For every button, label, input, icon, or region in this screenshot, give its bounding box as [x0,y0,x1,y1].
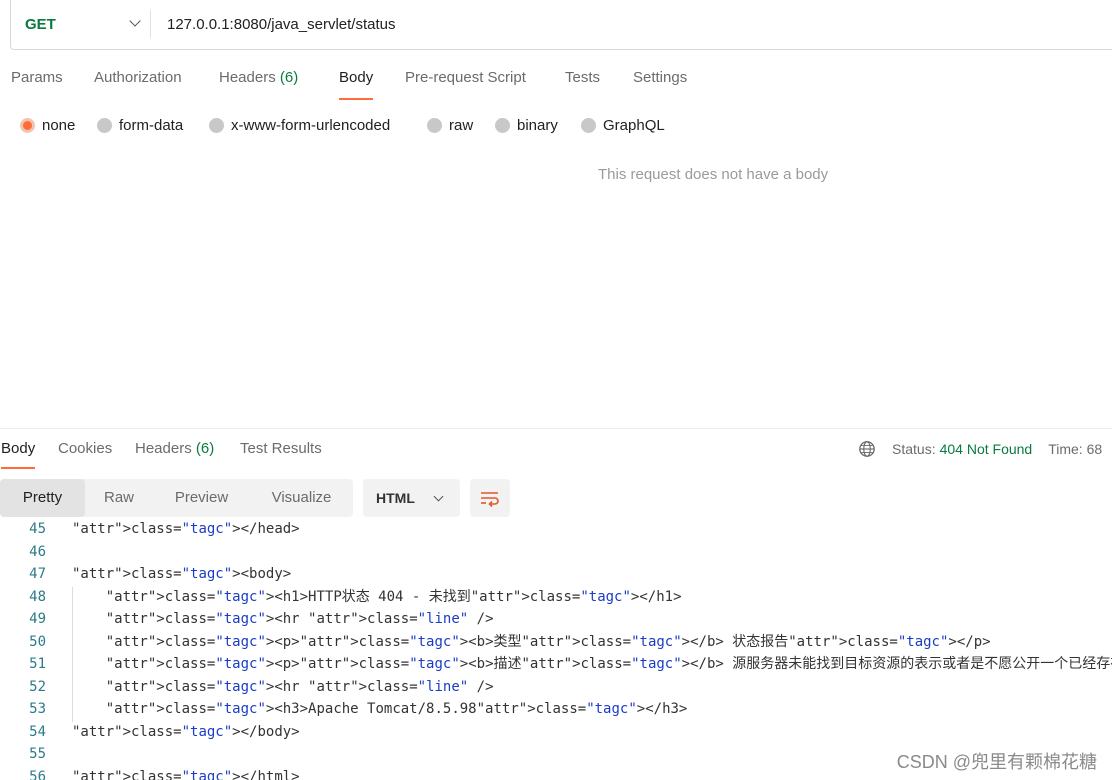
code-line: 52 "attr">class="tagc"><hr "attr">class=… [0,676,1112,699]
response-divider [0,428,1112,429]
code-text: "attr">class="tagc"></head> [72,521,300,537]
format-label: HTML [376,490,415,506]
line-number: 49 [29,611,46,627]
radio-raw[interactable]: raw [427,112,473,138]
radio-icon [495,117,510,133]
code-text: "attr">class="tagc"></html> [72,768,300,780]
radio-x-www-form-urlencoded[interactable]: x-www-form-urlencoded [209,112,390,138]
radio-icon [209,117,224,133]
line-number: 54 [29,723,46,740]
tab-pre-request-script[interactable]: Pre-request Script [405,62,526,100]
format-select[interactable]: HTML [363,479,460,517]
radio-binary[interactable]: binary [495,112,558,138]
response-tab-cookies[interactable]: Cookies [58,436,112,469]
response-code-viewer[interactable]: 45 "attr">class="tagc"></head> 46 47 "attr">… [0,519,1112,780]
view-visualize-button[interactable]: Visualize [250,479,353,517]
request-tabs: Params Authorization Headers (6) Body Pr… [0,62,1112,102]
radio-icon [97,117,112,133]
line-number: 46 [29,543,46,560]
code-text: "attr">class="tagc"><h1>HTTP状态 404 - 未找到… [105,588,682,605]
code-line: 46 [0,541,1112,564]
headers-count: (6) [279,69,299,86]
response-tab-body[interactable]: Body [1,436,36,469]
method-separator [150,10,151,38]
line-number: 53 [29,701,46,717]
tab-headers[interactable]: Headers (6) [219,62,298,100]
line-number: 45 [29,521,46,537]
radio-form-data[interactable]: form-data [97,112,183,138]
code-line: 48 "attr">class="tagc"><h1>HTTP状态 404 - … [0,586,1112,609]
view-mode-group: Pretty Raw Preview Visualize [0,479,353,517]
wrap-lines-button[interactable] [470,479,510,517]
response-tab-headers[interactable]: Headers (6) [135,436,214,469]
status-label: Status: [892,441,936,457]
response-tab-test-results[interactable]: Test Results [240,436,322,469]
watermark: CSDN @兜里有颗棉花糖 [896,752,1097,772]
tab-params[interactable]: Params [11,62,63,100]
line-number: 56 [29,768,46,780]
status-code[interactable]: 404 Not Found [940,441,1033,457]
code-line: 49 "attr">class="tagc"><hr "attr">class=… [0,608,1112,631]
view-pretty-button[interactable]: Pretty [0,479,85,517]
line-number: 51 [29,656,46,672]
line-number: 47 [29,566,46,582]
method-select[interactable]: GET [25,0,149,48]
line-number: 48 [29,588,46,605]
view-preview-button[interactable]: Preview [153,479,250,517]
request-url-bar: GET 127.0.0.1:8080/java_servlet/status [10,0,1112,50]
code-text: "attr">class="tagc"><body> [72,566,292,582]
response-headers-count: (6) [195,440,215,457]
code-text: "attr">class="tagc"><p>"attr">class="tag… [105,656,1112,672]
code-text: "attr">class="tagc"><h3>Apache Tomcat/8.… [105,701,688,717]
tab-settings[interactable]: Settings [633,62,687,100]
radio-graphql[interactable]: GraphQL [581,112,665,138]
method-label: GET [25,15,56,33]
code-line: 51 "attr">class="tagc"><p>"attr">class="… [0,653,1112,676]
code-line: 54 "attr">class="tagc"></body> [0,721,1112,744]
chevron-down-icon [433,491,444,502]
chevron-down-icon [129,15,141,27]
radio-icon [581,117,596,133]
line-number: 52 [29,678,46,695]
response-status: Status: 404 Not Found Time: 68 [858,438,1102,460]
wrap-lines-icon [481,492,499,508]
code-line: 45 "attr">class="tagc"></head> [0,519,1112,541]
code-text: "attr">class="tagc"><hr "attr">class="li… [105,678,494,695]
tab-tests[interactable]: Tests [565,62,600,100]
line-number: 50 [29,633,46,650]
code-text: "attr">class="tagc"><hr "attr">class="li… [105,611,494,627]
code-text: "attr">class="tagc"><p>"attr">class="tag… [105,633,991,650]
radio-selected-icon [20,117,35,133]
globe-icon[interactable] [858,440,876,458]
radio-icon [427,117,442,133]
response-time[interactable]: Time: 68 [1048,441,1102,457]
tab-body[interactable]: Body [339,62,374,100]
code-text: "attr">class="tagc"></body> [72,723,300,740]
radio-none[interactable]: none [20,112,75,138]
url-input[interactable]: 127.0.0.1:8080/java_servlet/status [167,0,396,48]
tab-authorization[interactable]: Authorization [94,62,182,100]
code-line: 50 "attr">class="tagc"><p>"attr">class="… [0,631,1112,654]
view-raw-button[interactable]: Raw [85,479,153,517]
line-number: 55 [29,746,46,762]
code-line: 47 "attr">class="tagc"><body> [0,563,1112,586]
code-line: 53 "attr">class="tagc"><h3>Apache Tomcat… [0,698,1112,721]
empty-body-message: This request does not have a body [598,166,829,183]
